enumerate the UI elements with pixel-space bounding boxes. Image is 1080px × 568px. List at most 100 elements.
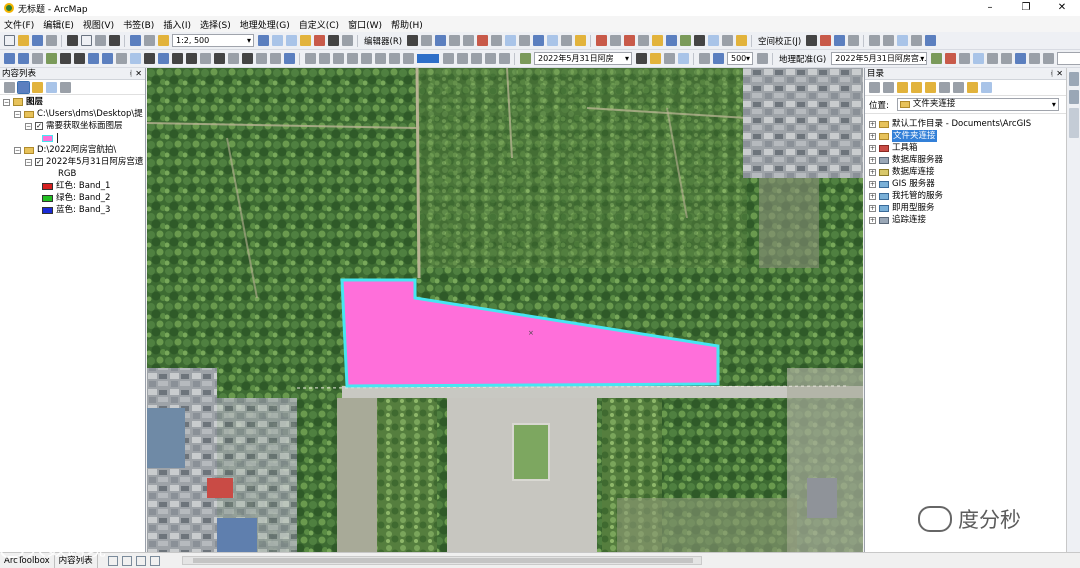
catalog-item[interactable]: + 默认工作目录 - Documents\ArcGIS: [869, 118, 1066, 130]
trace-icon[interactable]: [462, 35, 474, 46]
draw-tool-icon[interactable]: [304, 53, 316, 64]
contrast-icon[interactable]: [635, 53, 647, 64]
refresh-icon[interactable]: [980, 82, 992, 93]
cut-icon[interactable]: [66, 35, 78, 46]
expand-icon[interactable]: +: [869, 156, 876, 164]
menu-customize[interactable]: 自定义(C): [299, 18, 339, 31]
adjust-icon[interactable]: [924, 35, 936, 46]
fill-color-swatch[interactable]: [417, 54, 439, 63]
magnifier-icon[interactable]: [712, 53, 724, 64]
spatial-adjustment-menu-label[interactable]: 空间校正(J): [758, 35, 801, 47]
cut-polygons-icon[interactable]: [504, 35, 516, 46]
pin-icon[interactable]: ᚮ: [1049, 68, 1054, 80]
connect-folder-icon[interactable]: [924, 82, 936, 93]
collapse-icon[interactable]: −: [25, 158, 32, 166]
fixed-zoom-in-icon[interactable]: [59, 53, 71, 64]
select-elements-icon[interactable]: [143, 53, 155, 64]
select-features-icon[interactable]: [115, 53, 127, 64]
editor-menu-label[interactable]: 编辑器(R): [364, 35, 402, 47]
identity-link-icon[interactable]: [882, 35, 894, 46]
list-by-selection-icon[interactable]: [45, 81, 57, 93]
go-back-icon[interactable]: [87, 53, 99, 64]
auto-adjust-icon[interactable]: [1014, 53, 1026, 64]
attribute-transfer-icon[interactable]: [896, 35, 908, 46]
expand-icon[interactable]: +: [869, 216, 876, 224]
close-icon[interactable]: ✕: [1056, 68, 1063, 80]
extra-combo[interactable]: [1057, 52, 1080, 65]
topology-icon[interactable]: [595, 35, 607, 46]
more-tools-icon[interactable]: [1042, 53, 1054, 64]
overview-icon[interactable]: [756, 53, 768, 64]
italic-icon[interactable]: [484, 53, 496, 64]
construct-points-icon[interactable]: [637, 35, 649, 46]
band-row-green[interactable]: 绿色: Band_2: [0, 192, 145, 204]
redo-icon[interactable]: [143, 35, 155, 46]
zoom-in-icon[interactable]: [3, 53, 15, 64]
minimize-button[interactable]: –: [972, 0, 1008, 16]
python-window-icon[interactable]: [327, 35, 339, 46]
find-icon[interactable]: [213, 53, 225, 64]
catalog-item[interactable]: + 文件夹连接: [869, 130, 1066, 142]
collapse-icon[interactable]: −: [3, 98, 10, 106]
sketch-properties-icon[interactable]: [560, 35, 572, 46]
fixed-zoom-out-icon[interactable]: [73, 53, 85, 64]
brightness-icon[interactable]: [649, 53, 661, 64]
catalog-dock-tab-icon[interactable]: [1068, 72, 1079, 86]
magnifier-size-combo[interactable]: 500: [727, 52, 753, 65]
blue-band-swatch[interactable]: [42, 206, 53, 214]
forward-icon[interactable]: [882, 82, 894, 93]
data-view-icon[interactable]: [107, 555, 118, 566]
find-route-icon[interactable]: [227, 53, 239, 64]
georeferencing-layer-combo[interactable]: 2022年5月31日阿房宫...: [831, 52, 928, 65]
pause-drawing-icon[interactable]: [149, 555, 160, 566]
split-icon[interactable]: [518, 35, 530, 46]
catalog-item[interactable]: + 追踪连接: [869, 214, 1066, 226]
modify-link-icon[interactable]: [833, 35, 845, 46]
save-icon[interactable]: [31, 35, 43, 46]
green-band-swatch[interactable]: [42, 194, 53, 202]
new-document-icon[interactable]: [3, 35, 15, 46]
collapse-icon[interactable]: −: [14, 146, 21, 154]
underline-icon[interactable]: [498, 53, 510, 64]
search-window-icon[interactable]: [299, 35, 311, 46]
hyperlink-icon[interactable]: [171, 53, 183, 64]
map-horizontal-scrollbar[interactable]: [181, 556, 702, 565]
measure-icon[interactable]: [651, 35, 663, 46]
menu-file[interactable]: 文件(F): [4, 18, 34, 31]
globe-icon[interactable]: [693, 35, 705, 46]
time-slider-icon[interactable]: [255, 53, 267, 64]
paste-icon[interactable]: [94, 35, 106, 46]
advanced-edit-icon[interactable]: [623, 35, 635, 46]
image-analysis-icon[interactable]: [519, 53, 531, 64]
swipe-layer-icon[interactable]: [677, 53, 689, 64]
view-link-table-icon[interactable]: [868, 35, 880, 46]
catalog-item[interactable]: + 工具箱: [869, 142, 1066, 154]
grid-icon[interactable]: [707, 35, 719, 46]
search-dock-tab-icon[interactable]: [1068, 90, 1079, 104]
open-folder-icon[interactable]: [17, 35, 29, 46]
expand-icon[interactable]: +: [869, 168, 876, 176]
georef-link-icon[interactable]: [665, 35, 677, 46]
edit-tool-icon[interactable]: [406, 35, 418, 46]
catalog-item[interactable]: + 我托管的服务: [869, 190, 1066, 202]
up-folder-icon[interactable]: [896, 82, 908, 93]
effects-layer-combo[interactable]: 2022年5月31日阿房: [534, 52, 632, 65]
clear-selection-icon[interactable]: [129, 53, 141, 64]
font-color-icon[interactable]: [456, 53, 468, 64]
options-icon[interactable]: [966, 82, 978, 93]
zoom-to-raster-resolution-icon[interactable]: [698, 53, 710, 64]
collapse-icon[interactable]: −: [14, 110, 21, 118]
layout-view-icon[interactable]: [121, 555, 132, 566]
arctoolbox-icon[interactable]: [313, 35, 325, 46]
polygon-symbol-swatch[interactable]: [42, 134, 53, 142]
home-icon[interactable]: [910, 82, 922, 93]
collapse-icon[interactable]: −: [25, 122, 32, 130]
reshape-icon[interactable]: [490, 35, 502, 46]
add-control-points-icon[interactable]: [930, 53, 942, 64]
list-by-visibility-icon[interactable]: [31, 81, 43, 93]
polygon-symbol-row[interactable]: [0, 132, 145, 144]
layer-visibility-checkbox[interactable]: ✓: [35, 122, 43, 130]
rotate-icon[interactable]: [532, 35, 544, 46]
table-icon[interactable]: [721, 35, 733, 46]
list-by-drawing-order-icon[interactable]: [3, 81, 15, 93]
